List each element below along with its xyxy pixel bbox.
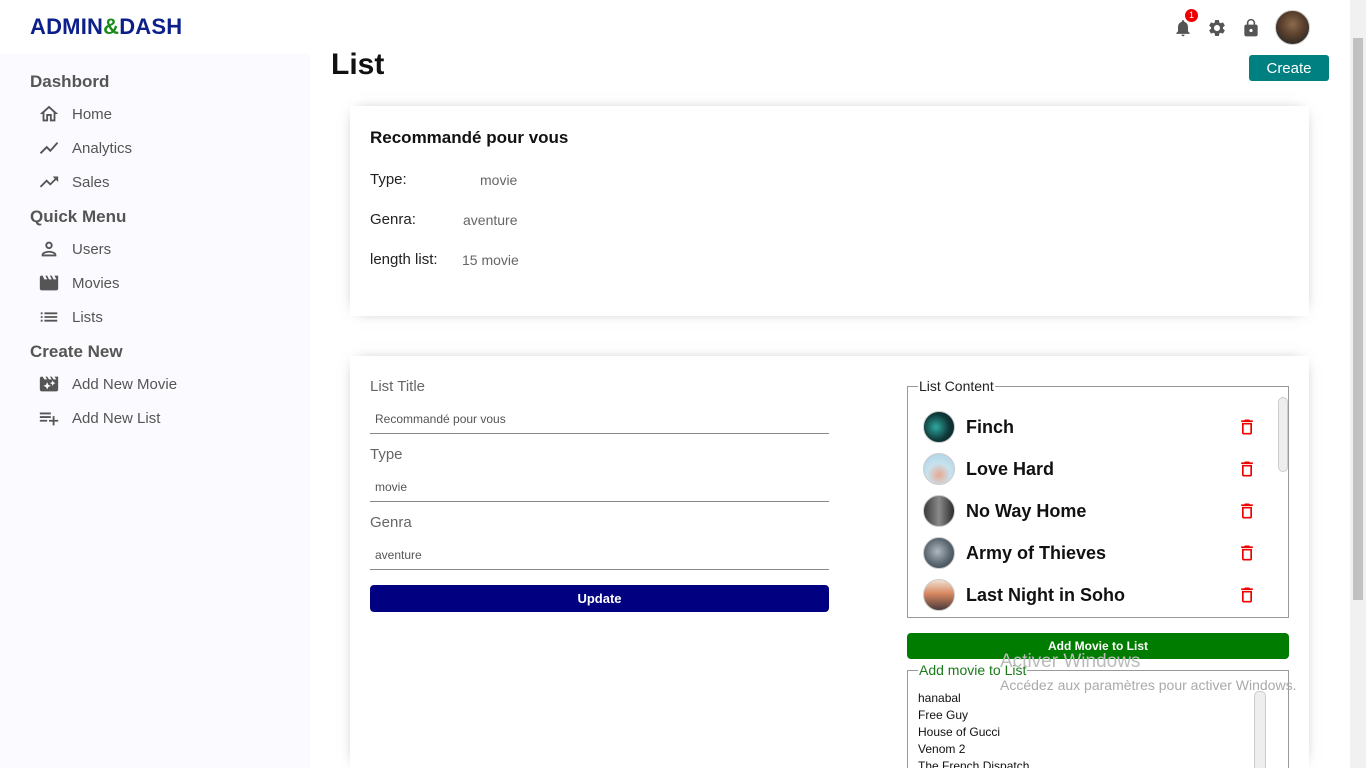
list-title-input[interactable]: Recommandé pour vous — [370, 404, 829, 434]
movie-title: No Way Home — [966, 500, 1087, 521]
movie-thumbnail — [923, 579, 955, 611]
trending-up-icon — [39, 176, 59, 188]
sidebar-item-lists[interactable]: Lists — [38, 305, 103, 329]
list-info-card: Recommandé pour vous Type: movie Genra: … — [350, 106, 1309, 316]
delete-icon[interactable] — [1237, 459, 1257, 479]
list-content-legend: List Content — [918, 378, 995, 394]
info-genra-value: aventure — [463, 212, 518, 228]
user-avatar[interactable] — [1275, 10, 1310, 45]
movie-thumbnail — [923, 411, 955, 443]
settings-icon[interactable] — [1207, 18, 1227, 38]
movie-option[interactable]: The French Dispatch — [918, 759, 1029, 768]
movie-option[interactable]: House of Gucci — [918, 725, 1000, 739]
page-scrollbar-thumb[interactable] — [1353, 38, 1363, 600]
page-title: List — [331, 48, 385, 81]
sidebar-item-label: Home — [72, 105, 113, 123]
activation-watermark-text: Accédez aux paramètres pour activer Wind… — [1000, 677, 1297, 693]
genra-input[interactable]: aventure — [370, 540, 829, 570]
sidebar-item-label: Lists — [72, 308, 103, 326]
logo-part1: ADMIN — [30, 14, 104, 39]
movie-title: Finch — [966, 416, 1014, 437]
lock-icon[interactable] — [1241, 18, 1261, 38]
movie-option[interactable]: hanabal — [918, 691, 961, 705]
sidebar-item-label: Add New List — [72, 409, 161, 427]
sidebar-item-users[interactable]: Users — [38, 237, 111, 261]
list-item: Last Night in Soho — [923, 579, 1263, 611]
home-icon — [39, 105, 59, 122]
list-item: Finch — [923, 411, 1263, 443]
notification-badge: 1 — [1185, 8, 1198, 22]
delete-icon[interactable] — [1237, 543, 1257, 563]
notification-icon[interactable]: 1 — [1173, 8, 1198, 38]
sidebar-item-label: Users — [72, 240, 112, 258]
movie-thumbnail — [923, 453, 955, 485]
analytics-icon — [39, 142, 59, 154]
list-content-box: List Content Finch Love Hard No Way Home… — [907, 378, 1289, 618]
info-genra-key: Genra: — [370, 211, 416, 228]
sidebar: Dashbord Home Analytics Sales Quick Menu… — [0, 54, 310, 768]
delete-icon[interactable] — [1237, 417, 1257, 437]
info-length-key: length list: — [370, 251, 438, 268]
movie-thumbnail — [923, 537, 955, 569]
top-icons: 1 — [1173, 8, 1310, 45]
info-type-value: movie — [480, 172, 518, 188]
list-item: No Way Home — [923, 495, 1263, 527]
playlist-add-icon — [39, 412, 59, 426]
logo-amp: & — [103, 14, 120, 39]
info-length-value: 15 movie — [462, 252, 519, 268]
sidebar-item-analytics[interactable]: Analytics — [38, 136, 132, 160]
sidebar-item-home[interactable]: Home — [38, 102, 112, 126]
genra-label: Genra — [370, 514, 412, 531]
delete-icon[interactable] — [1237, 501, 1257, 521]
sidebar-item-movies[interactable]: Movies — [38, 271, 120, 295]
add-movie-icon — [39, 376, 59, 392]
list-edit-card: List Title Recommandé pour vous Type mov… — [350, 356, 1309, 768]
sidebar-item-label: Analytics — [72, 139, 133, 157]
list-info-title: Recommandé pour vous — [370, 128, 569, 147]
list-content-scrollbar[interactable] — [1278, 397, 1288, 472]
movie-icon — [39, 275, 59, 291]
sidebar-item-add-new-list[interactable]: Add New List — [38, 406, 160, 430]
create-button[interactable]: Create — [1249, 55, 1329, 81]
sidebar-item-add-new-movie[interactable]: Add New Movie — [38, 372, 177, 396]
top-bar: ADMIN&DASH 1 — [0, 0, 1350, 54]
list-title-label: List Title — [370, 378, 426, 395]
sidebar-item-sales[interactable]: Sales — [38, 170, 110, 194]
genra-value: aventure — [375, 547, 422, 562]
list-title-value: Recommandé pour vous — [375, 411, 506, 426]
list-item: Army of Thieves — [923, 537, 1263, 569]
type-value: movie — [375, 479, 408, 494]
sidebar-section-dashbord: Dashbord — [30, 72, 110, 91]
movie-title: Army of Thieves — [966, 542, 1107, 563]
type-input[interactable]: movie — [370, 472, 829, 502]
update-button[interactable]: Update — [370, 585, 829, 612]
activation-watermark-title: Activer Windows — [1000, 651, 1141, 672]
sidebar-section-quick-menu: Quick Menu — [30, 207, 127, 226]
logo-part2: DASH — [119, 14, 183, 39]
user-icon — [41, 241, 57, 257]
page-scrollbar[interactable] — [1350, 0, 1366, 768]
movie-thumbnail — [923, 495, 955, 527]
app-logo[interactable]: ADMIN&DASH — [30, 14, 182, 40]
list-item: Love Hard — [923, 453, 1263, 485]
sidebar-item-label: Movies — [72, 274, 120, 292]
sidebar-item-label: Add New Movie — [72, 375, 178, 393]
movie-title: Last Night in Soho — [966, 584, 1125, 605]
sidebar-section-create-new: Create New — [30, 342, 123, 361]
add-movie-scrollbar[interactable] — [1254, 691, 1266, 768]
list-icon — [40, 312, 58, 322]
movie-option[interactable]: Venom 2 — [918, 742, 965, 756]
movie-option[interactable]: Free Guy — [918, 708, 968, 722]
info-type-key: Type: — [370, 171, 407, 188]
sidebar-item-label: Sales — [72, 173, 110, 191]
movie-title: Love Hard — [966, 458, 1055, 479]
type-label: Type — [370, 446, 403, 463]
delete-icon[interactable] — [1237, 585, 1257, 605]
